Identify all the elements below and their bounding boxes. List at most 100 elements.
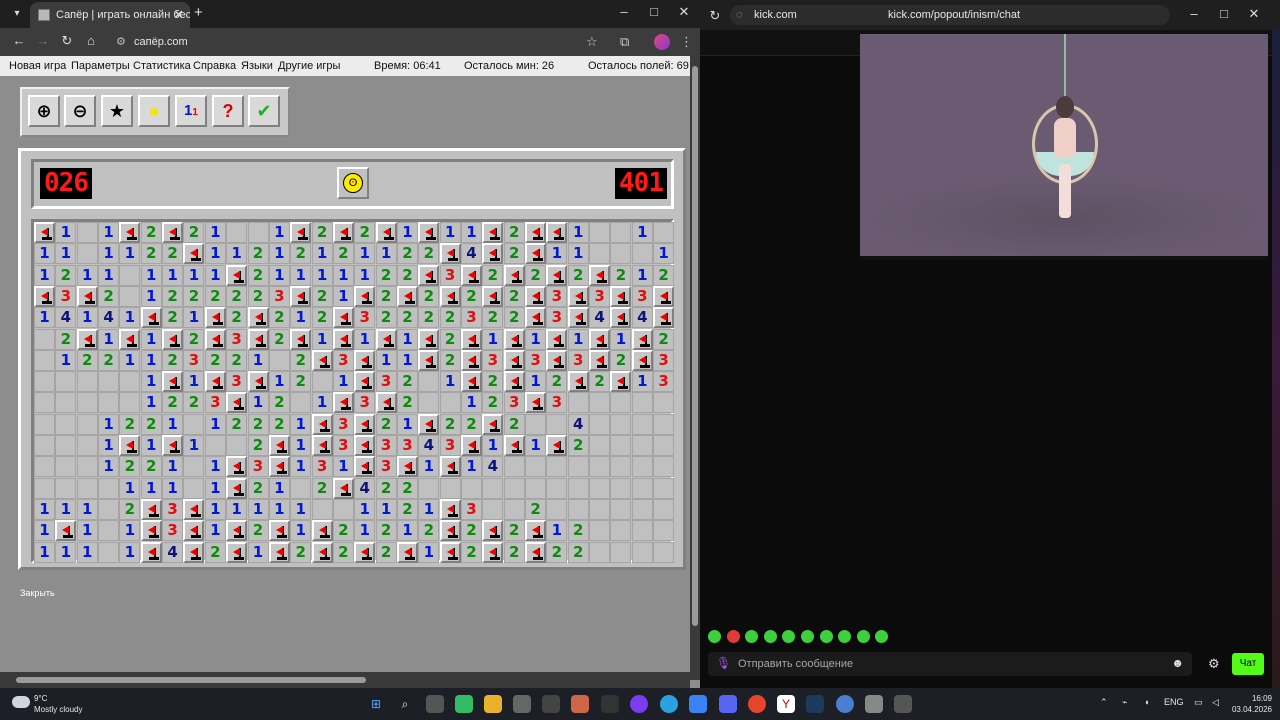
board-cell[interactable]: 1	[34, 243, 55, 265]
board-cell[interactable]: 2	[375, 541, 397, 563]
profile-avatar[interactable]	[654, 34, 670, 50]
board-cell[interactable]	[610, 498, 632, 520]
board-cell[interactable]: 2	[183, 222, 205, 243]
board-cell[interactable]	[140, 520, 162, 542]
board-cell[interactable]: 1	[183, 307, 205, 329]
board-cell[interactable]: 2	[439, 307, 461, 329]
board-cell[interactable]	[98, 520, 120, 542]
board-cell[interactable]: 3	[183, 349, 205, 371]
board-cell[interactable]	[653, 498, 675, 520]
board-cell[interactable]	[418, 392, 440, 414]
board-cell[interactable]	[439, 541, 461, 563]
board-cell[interactable]: 1	[34, 498, 55, 520]
star-icon[interactable]: ★	[101, 95, 133, 127]
zoom-in-icon[interactable]: ⊕	[28, 95, 60, 127]
board-cell[interactable]: 2	[567, 520, 589, 542]
board-cell[interactable]: 1	[247, 541, 269, 563]
board-cell[interactable]	[546, 222, 568, 243]
smiley-face-button[interactable]: ʘ	[337, 167, 369, 199]
board-cell[interactable]: 1	[140, 328, 162, 350]
menu-help[interactable]: Справка	[193, 60, 236, 72]
board-cell[interactable]	[311, 520, 333, 542]
board-cell[interactable]	[375, 222, 397, 243]
board-cell[interactable]	[589, 222, 611, 243]
board-cell[interactable]: 2	[461, 520, 482, 542]
board-cell[interactable]	[653, 541, 675, 563]
board-cell[interactable]	[482, 498, 504, 520]
board-cell[interactable]	[98, 541, 120, 563]
board-cell[interactable]: 1	[162, 456, 184, 478]
board-cell[interactable]: 1	[140, 264, 162, 286]
board-cell[interactable]: 3	[226, 371, 248, 393]
board-cell[interactable]	[354, 435, 376, 456]
board-cell[interactable]	[55, 371, 77, 393]
board-cell[interactable]	[226, 541, 248, 563]
board-cell[interactable]: 2	[290, 349, 312, 371]
board-cell[interactable]	[503, 456, 525, 478]
board-cell[interactable]: 2	[375, 413, 397, 435]
board-cell[interactable]: 1	[396, 413, 418, 435]
board-cell[interactable]: 2	[482, 307, 504, 329]
board-cell[interactable]	[290, 285, 312, 307]
board-cell[interactable]	[610, 477, 632, 499]
board-cell[interactable]: 2	[503, 541, 525, 563]
board-cell[interactable]	[34, 392, 55, 414]
board-cell[interactable]	[589, 456, 611, 478]
board-cell[interactable]: 2	[439, 413, 461, 435]
board-cell[interactable]: 2	[268, 392, 290, 414]
board-cell[interactable]: 2	[439, 349, 461, 371]
chat-settings-icon[interactable]: ⚙	[1208, 656, 1220, 672]
emote-icon[interactable]	[838, 630, 852, 643]
board-cell[interactable]	[525, 222, 547, 243]
board-cell[interactable]	[589, 541, 611, 563]
board-cell[interactable]	[439, 392, 461, 414]
board-cell[interactable]	[610, 413, 632, 435]
board-cell[interactable]	[589, 264, 611, 286]
emote-icon[interactable]	[782, 630, 796, 643]
board-cell[interactable]	[119, 285, 141, 307]
board-cell[interactable]	[546, 435, 568, 456]
board-cell[interactable]: 2	[375, 285, 397, 307]
board-cell[interactable]: 2	[204, 285, 226, 307]
board-cell[interactable]	[332, 328, 354, 350]
board-cell[interactable]	[503, 371, 525, 393]
board-cell[interactable]: 1	[140, 285, 162, 307]
menu-new-game[interactable]: Новая игра	[9, 60, 66, 72]
emote-icon[interactable]	[726, 630, 740, 643]
board-cell[interactable]	[418, 264, 440, 286]
board-cell[interactable]	[332, 477, 354, 499]
board-cell[interactable]	[631, 498, 653, 520]
board-cell[interactable]: 2	[589, 371, 611, 393]
board-cell[interactable]: 1	[247, 349, 269, 371]
steam-icon[interactable]	[806, 695, 824, 713]
board-cell[interactable]: 1	[55, 243, 77, 265]
board-cell[interactable]	[503, 328, 525, 350]
board-cell[interactable]: 1	[354, 520, 376, 542]
address-bar[interactable]: ⚙ сапёр.com	[110, 31, 610, 53]
board-cell[interactable]: 1	[631, 264, 653, 286]
board-cell[interactable]	[503, 477, 525, 499]
board-cell[interactable]: 2	[140, 413, 162, 435]
board-cell[interactable]	[631, 392, 653, 414]
board-cell[interactable]: 1	[290, 413, 312, 435]
board-cell[interactable]: 3	[439, 435, 461, 456]
chat-input[interactable]: 🎙 Отправить сообщение ☻	[708, 652, 1192, 676]
board-cell[interactable]: 1	[119, 349, 141, 371]
board-cell[interactable]	[610, 243, 632, 265]
emote-icon[interactable]	[801, 630, 814, 643]
board-cell[interactable]: 2	[247, 435, 269, 456]
board-cell[interactable]: 4	[589, 307, 611, 329]
check-icon[interactable]: ✔	[248, 95, 280, 127]
board-cell[interactable]: 1	[76, 264, 98, 286]
board-cell[interactable]	[76, 285, 98, 307]
tab-close-icon[interactable]: ✕	[173, 2, 184, 28]
board-cell[interactable]: 1	[610, 328, 632, 350]
board-cell[interactable]: 3	[461, 498, 482, 520]
board-cell[interactable]	[119, 328, 141, 350]
board-cell[interactable]	[183, 498, 205, 520]
board-cell[interactable]: 1	[183, 371, 205, 393]
board-cell[interactable]	[268, 456, 290, 478]
board-cell[interactable]	[55, 477, 77, 499]
board-cell[interactable]: 3	[503, 392, 525, 414]
board-cell[interactable]: 2	[525, 498, 547, 520]
